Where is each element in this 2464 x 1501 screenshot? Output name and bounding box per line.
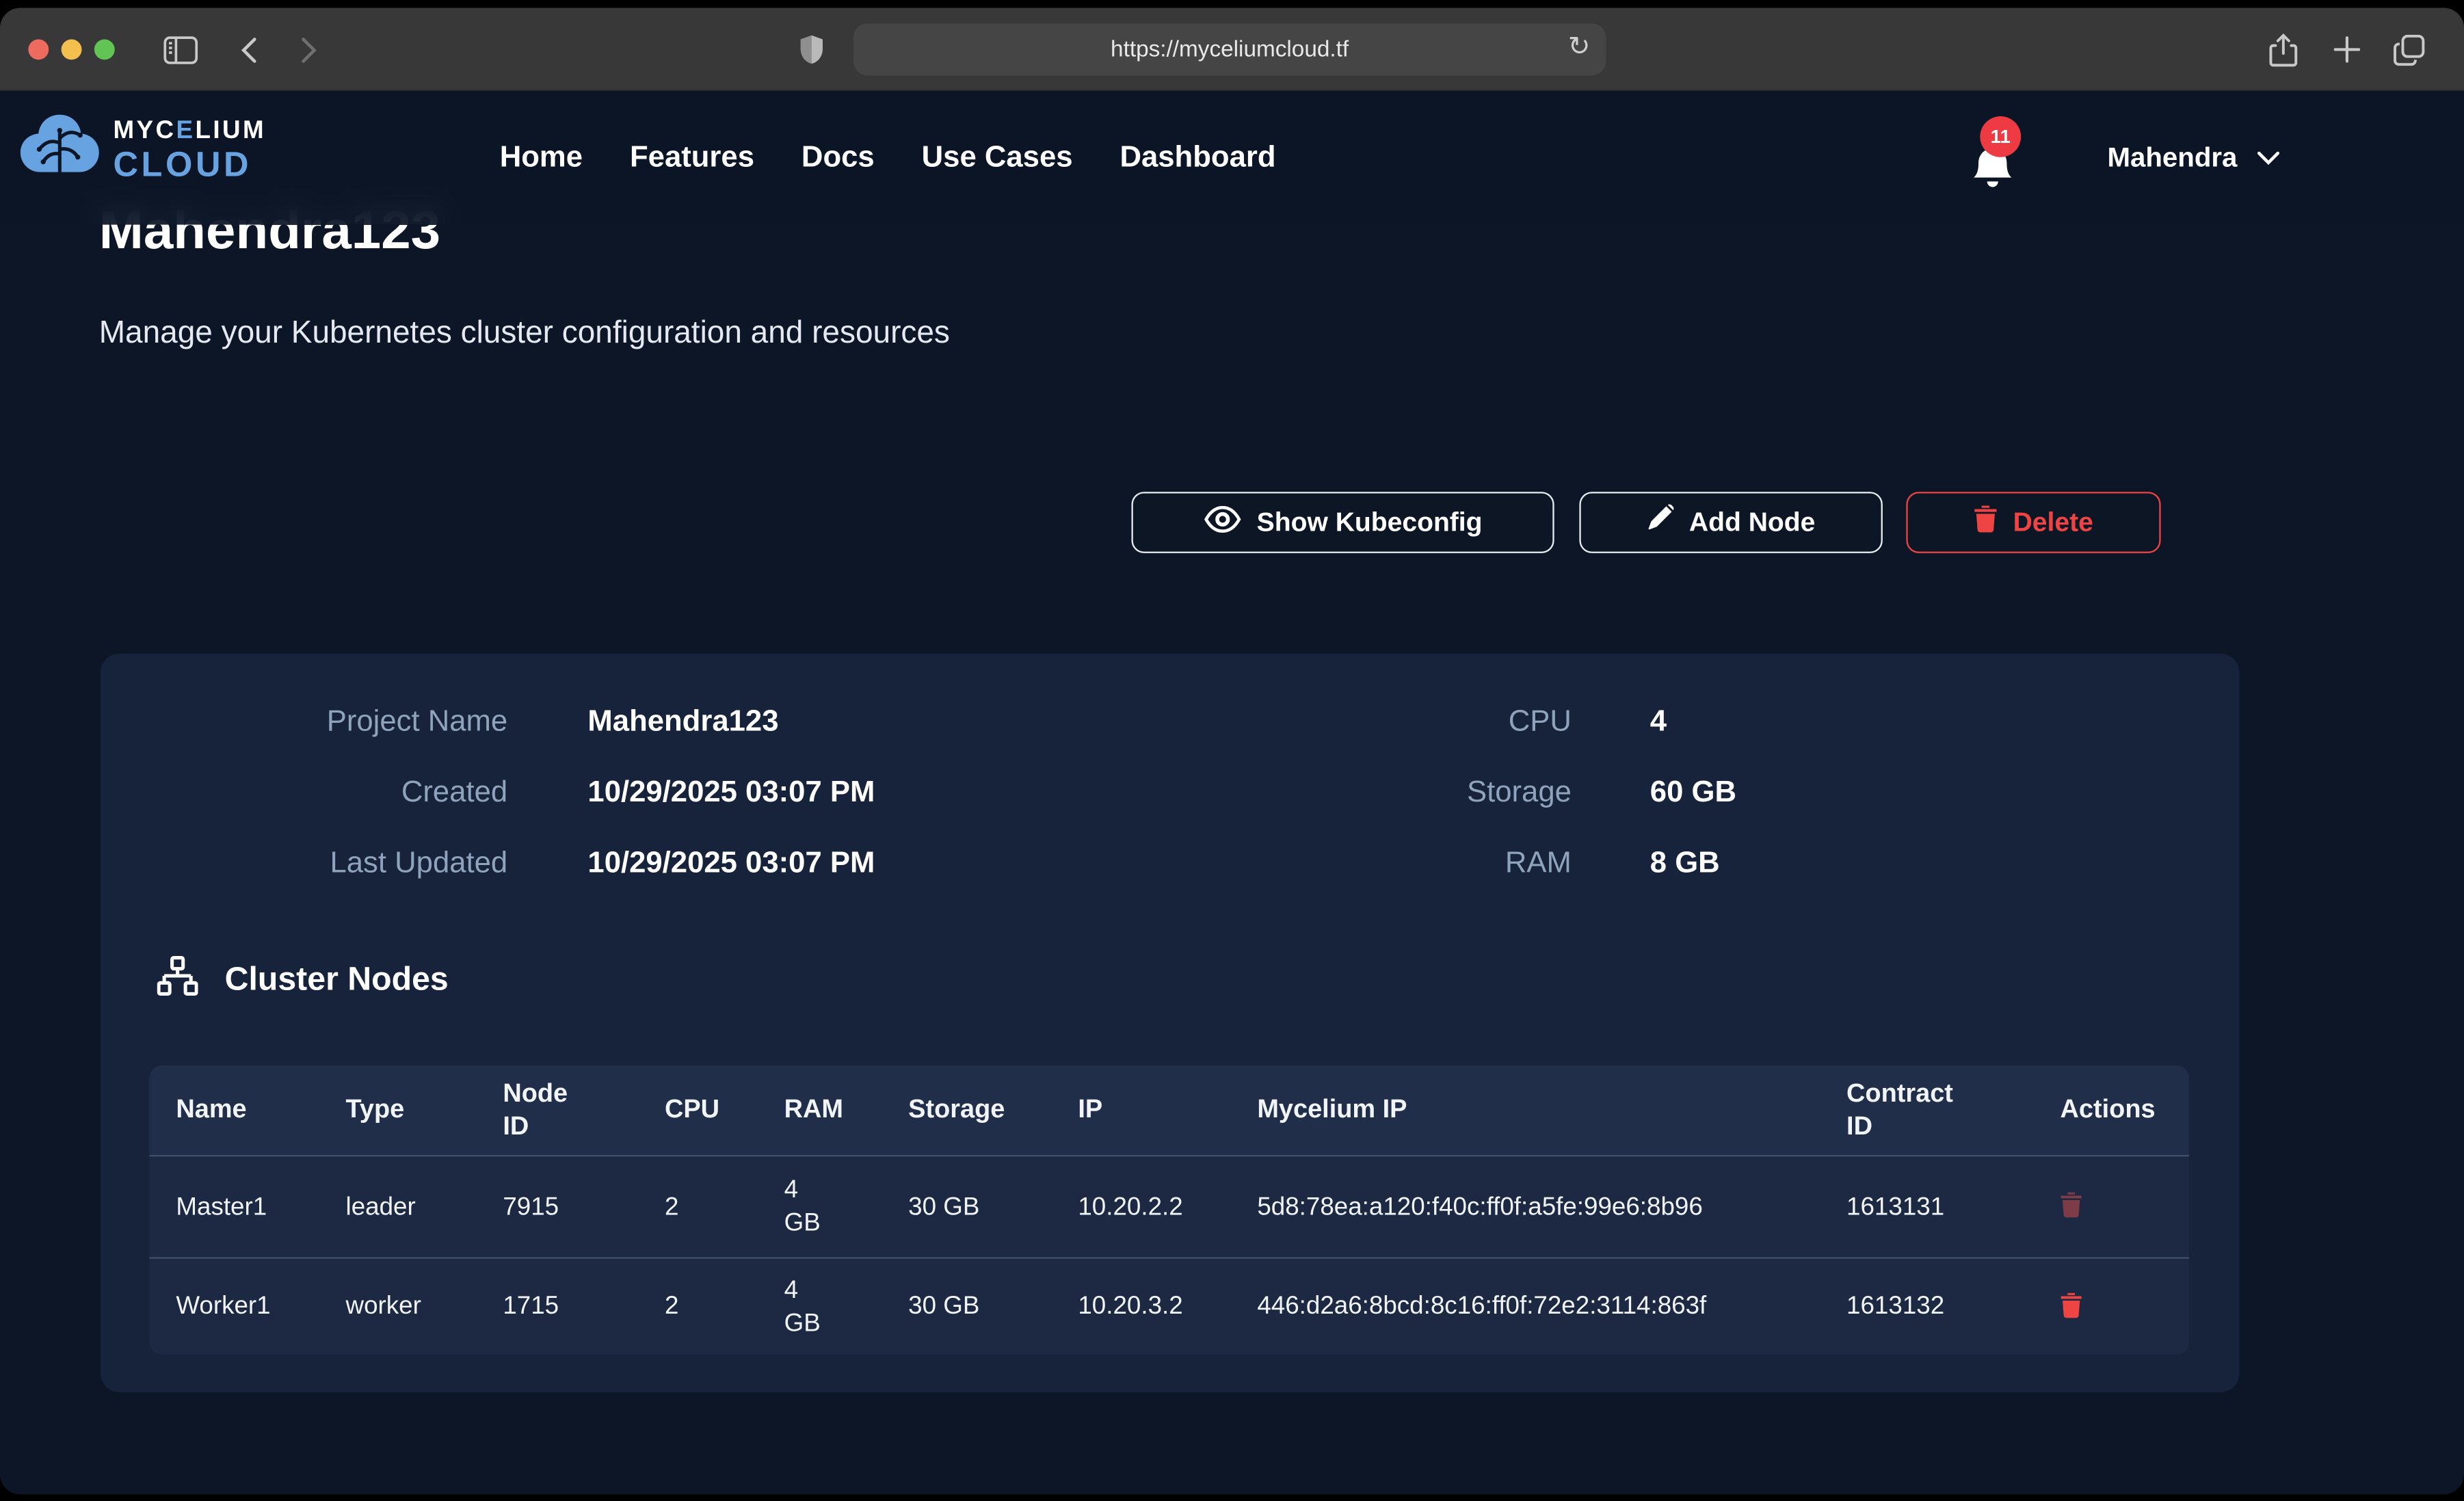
eye-icon — [1204, 505, 1241, 540]
forward-button[interactable] — [291, 8, 326, 91]
main-nav: Home Features Docs Use Cases Dashboard — [500, 91, 1276, 224]
new-tab-icon[interactable] — [2327, 8, 2365, 91]
node-cpu: 2 — [638, 1259, 758, 1355]
ram-value: 8 GB — [1650, 847, 1720, 882]
info-label: Project Name — [101, 706, 507, 741]
network-icon — [157, 955, 198, 1004]
col-header-name: Name — [149, 1065, 319, 1155]
nav-item-use-cases[interactable]: Use Cases — [922, 141, 1073, 176]
nav-item-docs[interactable]: Docs — [802, 141, 875, 176]
user-name: Mahendra — [2107, 142, 2237, 174]
info-label: RAM — [1257, 847, 1572, 882]
browser-toolbar: https://myceliumcloud.tf ↻ — [0, 8, 2464, 91]
info-label: CPU — [1257, 706, 1572, 741]
cluster-detail-panel: Project Name Mahendra123 Created 10/29/2… — [101, 654, 2239, 1392]
delete-label: Delete — [2013, 507, 2093, 538]
col-header-storage: Storage — [882, 1065, 1051, 1155]
nav-item-dashboard[interactable]: Dashboard — [1120, 141, 1275, 176]
storage-value: 60 GB — [1650, 776, 1736, 811]
node-type: worker — [319, 1259, 476, 1355]
url-text: https://myceliumcloud.tf — [1111, 37, 1349, 62]
node-storage: 30 GB — [882, 1259, 1051, 1355]
pencil-icon — [1647, 505, 1673, 541]
node-mycelium-ip: 446:d2a6:8bcd:8c16:ff0f:72e2:3114:863f — [1230, 1259, 1820, 1355]
node-contract-id: 1613131 — [1820, 1156, 2034, 1257]
node-storage: 30 GB — [882, 1156, 1051, 1257]
info-label: Storage — [1257, 776, 1572, 811]
col-header-mycelium-ip: Mycelium IP — [1230, 1065, 1820, 1155]
nav-item-home[interactable]: Home — [500, 141, 583, 176]
trash-icon — [1974, 505, 1997, 541]
delete-node-button[interactable] — [2061, 1191, 2082, 1223]
minimize-window-button[interactable] — [62, 39, 82, 59]
brand-name-bottom: CLOUD — [113, 147, 266, 182]
page-subtitle: Manage your Kubernetes cluster configura… — [99, 316, 950, 352]
node-contract-id: 1613132 — [1820, 1259, 2034, 1355]
brand-logo[interactable]: MYCELIUM CLOUD — [19, 111, 267, 189]
node-cpu: 2 — [638, 1156, 758, 1257]
node-name: Worker1 — [149, 1259, 319, 1355]
site-header: MYCELIUM CLOUD Home Features Docs Use Ca… — [0, 91, 2464, 224]
node-ip: 10.20.2.2 — [1051, 1156, 1230, 1257]
cpu-value: 4 — [1650, 706, 1667, 741]
page-content: Mahendra123 — [0, 91, 2464, 1494]
tab-overview-icon[interactable] — [2387, 8, 2431, 91]
add-node-label: Add Node — [1689, 507, 1815, 538]
screen: https://myceliumcloud.tf ↻ Mahendra123 — [0, 0, 2464, 1500]
browser-window: https://myceliumcloud.tf ↻ Mahendra123 — [0, 8, 2464, 1494]
info-label: Last Updated — [101, 847, 507, 882]
cluster-nodes-table: Name Type Node ID CPU RAM Storage IP Myc… — [149, 1065, 2189, 1355]
chevron-down-icon — [2256, 144, 2279, 172]
node-ip: 10.20.3.2 — [1051, 1259, 1230, 1355]
show-kubeconfig-button[interactable]: Show Kubeconfig — [1131, 492, 1554, 553]
reload-icon[interactable]: ↻ — [1568, 31, 1591, 63]
user-menu[interactable]: Mahendra — [2107, 91, 2279, 224]
col-header-type: Type — [319, 1065, 476, 1155]
col-header-node-id: Node ID — [476, 1065, 638, 1155]
cluster-nodes-title: Cluster Nodes — [225, 961, 449, 998]
project-name-value: Mahendra123 — [587, 706, 778, 741]
add-node-button[interactable]: Add Node — [1579, 492, 1882, 553]
col-header-contract-id: Contract ID — [1820, 1065, 2034, 1155]
nav-item-features[interactable]: Features — [630, 141, 754, 176]
delete-node-button[interactable] — [2061, 1291, 2082, 1323]
created-value: 10/29/2025 03:07 PM — [587, 776, 875, 811]
delete-cluster-button[interactable]: Delete — [1906, 492, 2160, 553]
back-button[interactable] — [231, 8, 266, 91]
close-window-button[interactable] — [28, 39, 49, 59]
zoom-window-button[interactable] — [94, 39, 115, 59]
node-id: 1715 — [476, 1259, 638, 1355]
notification-count-badge: 11 — [1980, 116, 2021, 157]
node-mycelium-ip: 5d8:78ea:a120:f40c:ff0f:a5fe:99e6:8b96 — [1230, 1156, 1820, 1257]
privacy-shield-icon[interactable] — [793, 8, 828, 91]
show-kubeconfig-label: Show Kubeconfig — [1257, 507, 1483, 538]
table-row-master1: Master1 leader 7915 2 4 GB 30 GB 10.20.2… — [149, 1155, 2189, 1257]
notifications-button[interactable]: 11 — [1969, 129, 2035, 201]
brand-name-top: MYCELIUM — [113, 118, 266, 144]
col-header-ram: RAM — [758, 1065, 882, 1155]
node-type: leader — [319, 1156, 476, 1257]
node-name: Master1 — [149, 1156, 319, 1257]
trash-icon — [2061, 1191, 2082, 1223]
node-id: 7915 — [476, 1156, 638, 1257]
node-ram: 4 GB — [758, 1156, 882, 1257]
col-header-ip: IP — [1051, 1065, 1230, 1155]
node-ram: 4 GB — [758, 1259, 882, 1355]
trash-icon — [2061, 1291, 2082, 1323]
address-bar[interactable]: https://myceliumcloud.tf ↻ — [853, 23, 1606, 75]
table-row-worker1: Worker1 worker 1715 2 4 GB 30 GB 10.20.3… — [149, 1257, 2189, 1354]
cluster-nodes-section-header: Cluster Nodes — [157, 955, 449, 1004]
table-header-row: Name Type Node ID CPU RAM Storage IP Myc… — [149, 1065, 2189, 1155]
info-label: Created — [101, 776, 507, 811]
share-icon[interactable] — [2264, 8, 2302, 91]
sidebar-toggle-icon[interactable] — [159, 8, 202, 91]
last-updated-value: 10/29/2025 03:07 PM — [587, 847, 875, 882]
col-header-cpu: CPU — [638, 1065, 758, 1155]
col-header-actions: Actions — [2033, 1065, 2188, 1155]
cloud-logo-icon — [19, 111, 101, 189]
